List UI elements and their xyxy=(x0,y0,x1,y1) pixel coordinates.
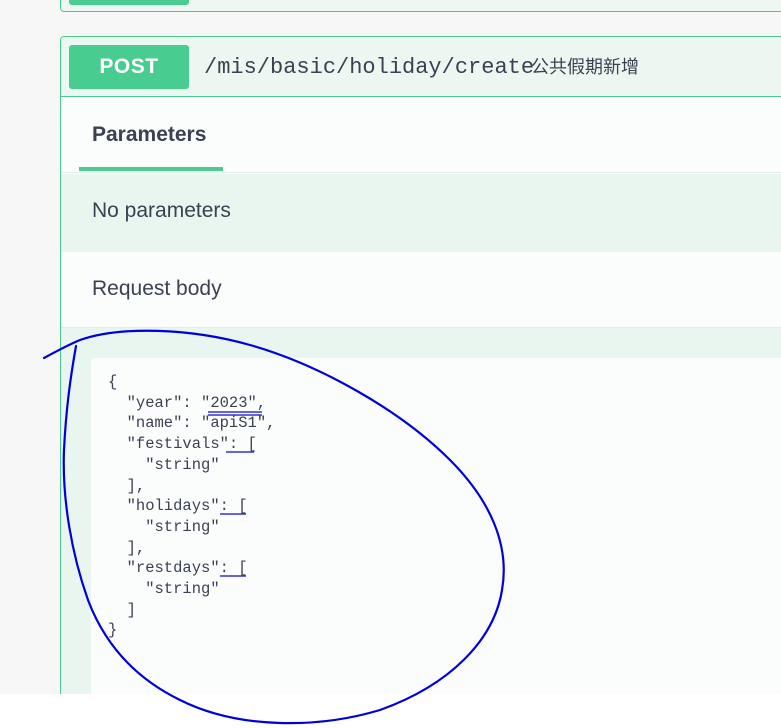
operation-summary[interactable]: POST /mis/basic/holiday/create 公共假期新增 xyxy=(61,37,781,97)
previous-method-badge xyxy=(69,0,189,5)
request-body-header: Request body xyxy=(61,252,781,328)
tab-parameters-label: Parameters xyxy=(92,123,207,146)
request-body-json: { "year": "2023", "name": "apiS1", "fest… xyxy=(108,373,276,640)
page-bottom-edge xyxy=(0,694,781,728)
no-parameters-text: No parameters xyxy=(92,199,231,222)
operation-path: /mis/basic/holiday/create xyxy=(204,55,535,80)
parameters-panel: No parameters xyxy=(61,174,781,252)
request-body-area: { "year": "2023", "name": "apiS1", "fest… xyxy=(61,328,781,715)
operation-block: POST /mis/basic/holiday/create 公共假期新增 Pa… xyxy=(60,36,781,716)
swagger-page: POST /mis/basic/holiday/create 公共假期新增 Pa… xyxy=(0,0,781,728)
request-body-example[interactable]: { "year": "2023", "name": "apiS1", "fest… xyxy=(91,358,781,715)
previous-operation-block[interactable] xyxy=(60,0,781,12)
operation-description: 公共假期新增 xyxy=(531,57,639,78)
tab-parameters[interactable]: Parameters xyxy=(79,97,223,171)
method-badge: POST xyxy=(69,45,189,89)
request-body-label: Request body xyxy=(92,277,222,300)
tab-header: Parameters xyxy=(61,97,781,173)
